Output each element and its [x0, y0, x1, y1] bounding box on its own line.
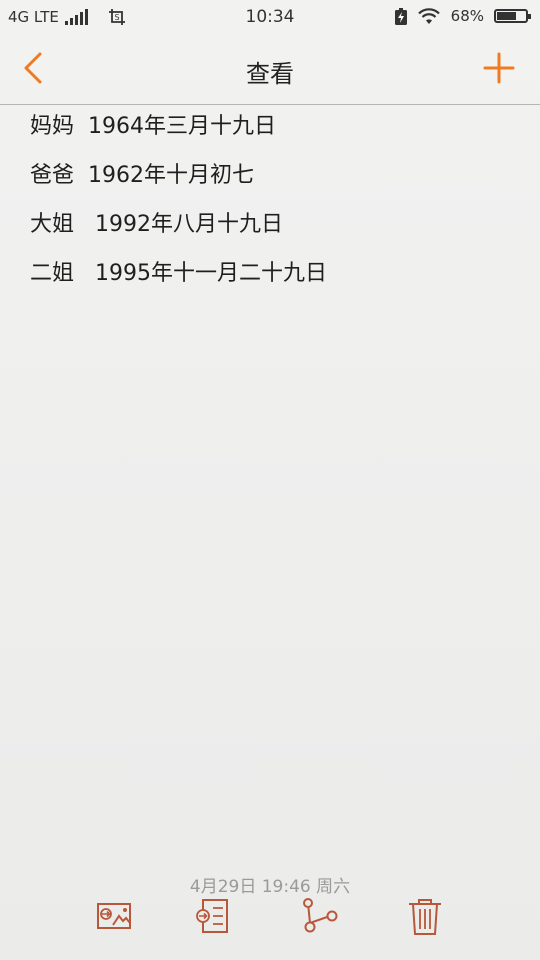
- note-body[interactable]: 妈妈 1964年三月十九日 爸爸 1962年十月初七 大姐 1992年八月十九日…: [30, 110, 520, 306]
- battery-level: [497, 12, 516, 20]
- header: 查看: [0, 36, 540, 105]
- share-as-image-icon[interactable]: [95, 896, 135, 936]
- note-line: 爸爸 1962年十月初七: [30, 163, 254, 188]
- note-timestamp: 4月29日 19:46 周六: [189, 877, 351, 897]
- note-line: 二姐 1995年十一月二十九日: [30, 261, 327, 286]
- bottom-toolbar: [0, 896, 540, 940]
- share-icon[interactable]: [300, 896, 340, 936]
- trash-icon[interactable]: [405, 896, 445, 936]
- status-bar: 4G LTE S 10:34 68%: [0, 0, 540, 36]
- note-line: 大姐 1992年八月十九日: [30, 212, 283, 237]
- page-title: 查看: [246, 60, 294, 88]
- plus-icon[interactable]: [482, 51, 516, 85]
- note-view-screen: 4G LTE S 10:34 68% 查看 妈妈 1964年三月十九日 爸爸 1…: [0, 0, 540, 960]
- battery-saver-icon: [394, 7, 407, 25]
- battery-icon: [494, 9, 531, 23]
- export-icon[interactable]: [193, 896, 233, 936]
- wifi-icon: [417, 8, 440, 24]
- note-line: 妈妈 1964年三月十九日: [30, 114, 276, 139]
- battery-percent: 68%: [450, 7, 484, 25]
- status-right: 68%: [394, 7, 531, 25]
